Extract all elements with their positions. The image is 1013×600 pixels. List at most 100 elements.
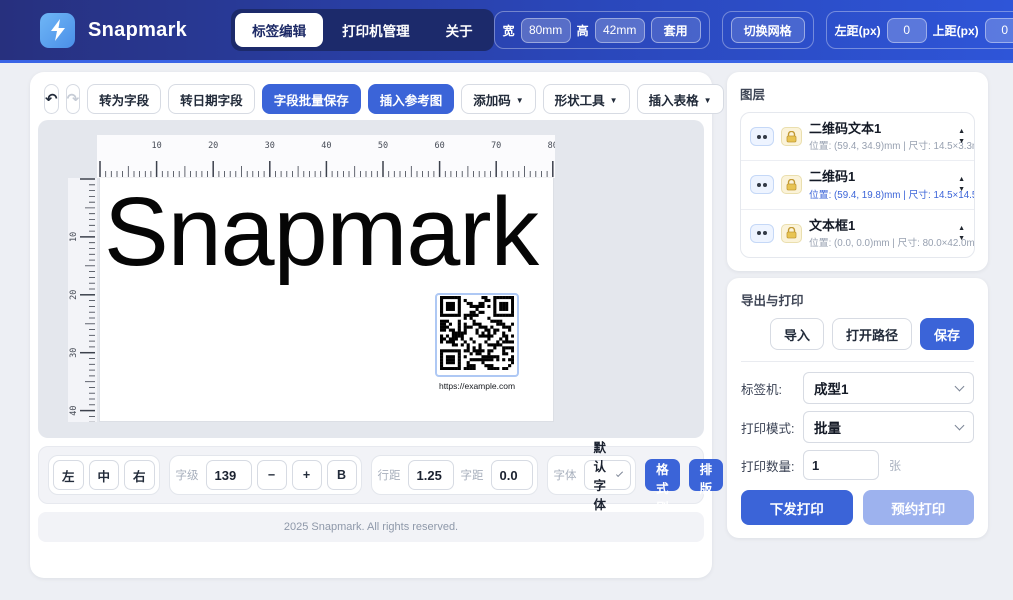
lightning-bolt-icon [49, 19, 67, 41]
batch-save-fields-button[interactable]: 字段批量保存 [262, 84, 361, 114]
align-group: 左 中 右 [48, 455, 160, 495]
grid-toggle-group: 切换网格 [722, 11, 814, 49]
font-size-increase-button[interactable]: + [292, 460, 322, 490]
shape-tools-dropdown[interactable]: 形状工具 ▼ [543, 84, 630, 114]
visibility-toggle-icon[interactable] [750, 175, 774, 194]
layer-meta: 位置: (0.0, 0.0)mm | 尺寸: 80.0×42.0mm [809, 235, 951, 249]
align-center-button[interactable]: 中 [89, 460, 120, 490]
line-height-label: 行距 [378, 467, 401, 483]
layer-row-qr-text[interactable]: 二维码文本1 位置: (59.4, 34.9)mm | 尺寸: 14.5×3.3… [741, 113, 974, 160]
send-print-button[interactable]: 下发打印 [741, 490, 853, 525]
size-apply-button[interactable]: 套用 [651, 17, 701, 43]
convert-to-field-button[interactable]: 转为字段 [87, 84, 161, 114]
svg-text:40: 40 [321, 141, 331, 151]
move-layer-up-icon[interactable]: ▲ [958, 128, 965, 135]
insert-reference-image-button[interactable]: 插入参考图 [368, 84, 455, 114]
caret-down-icon: ▼ [516, 96, 524, 105]
import-button[interactable]: 导入 [770, 318, 824, 350]
lock-toggle-icon[interactable] [781, 127, 802, 146]
label-sheet[interactable]: Snapmark https://example.com [100, 178, 553, 421]
quantity-row: 打印数量: 张 [741, 450, 974, 480]
add-code-dropdown[interactable]: 添加码 ▼ [461, 84, 535, 114]
font-size-label: 字级 [176, 467, 199, 483]
design-canvas[interactable]: 1020304050607080 10203040 Snapmark https… [38, 120, 704, 438]
print-mode-row: 打印模式: 批量 [741, 411, 974, 443]
svg-text:20: 20 [69, 290, 79, 300]
align-left-button[interactable]: 左 [53, 460, 84, 490]
letter-spacing-input[interactable] [491, 460, 533, 490]
redo-button[interactable]: ↷ [66, 84, 81, 114]
layer-meta: 位置: (59.4, 19.8)mm | 尺寸: 14.5×14.5mm [809, 187, 951, 201]
label-size-group: 宽 高 套用 [494, 11, 710, 49]
height-input[interactable] [595, 18, 645, 43]
printer-label: 标签机: [741, 379, 803, 398]
width-input[interactable] [521, 18, 571, 43]
visibility-toggle-icon[interactable] [750, 224, 774, 243]
chevron-down-icon [955, 420, 965, 430]
qr-code-image [440, 296, 514, 375]
spacing-group: 行距 字距 [371, 455, 538, 495]
export-print-title: 导出与打印 [741, 290, 974, 309]
top-offset-label: 上距(px) [933, 22, 979, 39]
layer-row-qr[interactable]: 二维码1 位置: (59.4, 19.8)mm | 尺寸: 14.5×14.5m… [741, 160, 974, 208]
label-text-element[interactable]: Snapmark [104, 183, 538, 280]
layer-row-textbox[interactable]: 文本框1 位置: (0.0, 0.0)mm | 尺寸: 80.0×42.0mm … [741, 209, 974, 257]
move-layer-down-icon[interactable]: ▼ [958, 138, 965, 145]
bold-button[interactable]: B [327, 460, 357, 490]
printer-select[interactable]: 成型1 [803, 372, 974, 404]
layer-info: 文本框1 位置: (0.0, 0.0)mm | 尺寸: 80.0×42.0mm [809, 218, 951, 249]
save-button[interactable]: 保存 [920, 318, 974, 350]
move-layer-up-icon[interactable]: ▲ [958, 176, 965, 183]
printer-row: 标签机: 成型1 [741, 372, 974, 404]
svg-text:20: 20 [208, 141, 218, 151]
letter-spacing-label: 字距 [461, 467, 484, 483]
printer-value: 成型1 [814, 378, 849, 398]
move-layer-up-icon[interactable]: ▲ [958, 225, 965, 232]
font-size-input[interactable] [206, 460, 252, 490]
left-offset-input[interactable] [887, 18, 927, 43]
layers-panel-title: 图层 [740, 84, 975, 103]
visibility-toggle-icon[interactable] [750, 127, 774, 146]
toggle-grid-button[interactable]: 切换网格 [731, 17, 805, 43]
move-layer-down-icon[interactable]: ▼ [958, 186, 965, 193]
tab-about[interactable]: 关于 [429, 13, 490, 47]
move-layer-down-icon[interactable]: ▼ [958, 235, 965, 242]
qr-caption-text[interactable]: https://example.com [430, 381, 524, 391]
layers-panel: 图层 二维码文本1 位置: (59.4, 34.9)mm | 尺寸: 14.5×… [727, 72, 988, 271]
layer-name: 二维码1 [809, 169, 951, 185]
quantity-label: 打印数量: [741, 456, 803, 475]
horizontal-ruler: 1020304050607080 [97, 135, 555, 178]
chevron-down-icon [955, 381, 965, 391]
top-offset-input[interactable] [985, 18, 1013, 43]
layer-name: 文本框1 [809, 218, 951, 234]
convert-to-date-field-button[interactable]: 转日期字段 [168, 84, 255, 114]
layer-list: 二维码文本1 位置: (59.4, 34.9)mm | 尺寸: 14.5×3.3… [740, 112, 975, 258]
caret-down-icon: ▼ [704, 96, 712, 105]
insert-table-dropdown[interactable]: 插入表格 ▼ [637, 84, 724, 114]
quantity-input[interactable] [803, 450, 879, 480]
undo-button[interactable]: ↶ [44, 84, 59, 114]
svg-text:30: 30 [69, 348, 79, 358]
qr-code-element[interactable] [435, 293, 519, 377]
line-height-input[interactable] [408, 460, 454, 490]
layout-button[interactable]: 排版 [689, 459, 724, 491]
brand-name: Snapmark [88, 19, 187, 42]
open-path-button[interactable]: 打开路径 [832, 318, 912, 350]
height-label: 高 [577, 22, 589, 39]
tab-label-editor[interactable]: 标签编辑 [235, 13, 323, 47]
offset-group: 左距(px) 上距(px) 套用 [826, 11, 1013, 49]
font-family-label: 字体 [554, 467, 577, 483]
schedule-print-button[interactable]: 预约打印 [863, 490, 975, 525]
lock-toggle-icon[interactable] [781, 175, 802, 194]
align-right-button[interactable]: 右 [124, 460, 155, 490]
nav-tabs: 标签编辑 打印机管理 关于 [231, 9, 494, 51]
format-brush-button[interactable]: 格式刷 [645, 459, 680, 491]
copyright-text: 2025 Snapmark. All rights reserved. [284, 521, 458, 533]
print-mode-select[interactable]: 批量 [803, 411, 974, 443]
font-family-select[interactable]: 默认字体 [584, 460, 632, 490]
lock-toggle-icon[interactable] [781, 224, 802, 243]
tab-printer-management[interactable]: 打印机管理 [325, 13, 427, 47]
font-size-decrease-button[interactable]: − [257, 460, 287, 490]
export-print-panel: 导出与打印 导入 打开路径 保存 标签机: 成型1 打印模式: 批量 打印数量:… [727, 278, 988, 538]
left-offset-label: 左距(px) [835, 22, 881, 39]
